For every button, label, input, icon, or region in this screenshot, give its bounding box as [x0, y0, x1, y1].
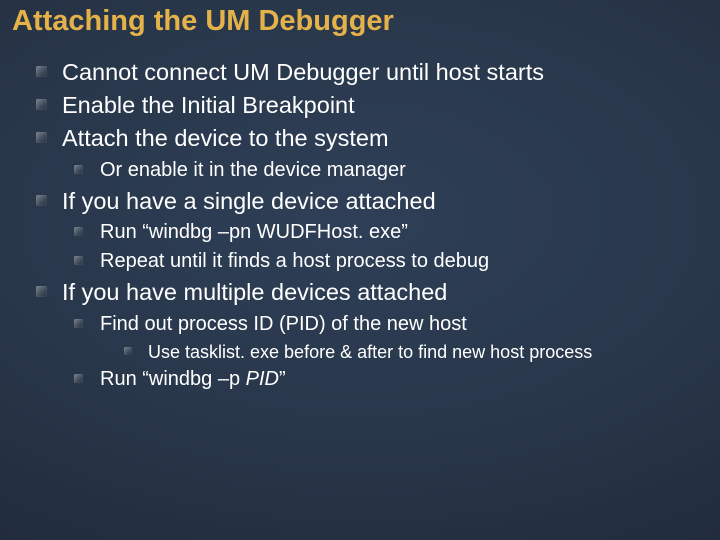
bullet-icon [74, 374, 83, 383]
bullet-icon [124, 347, 132, 355]
list-item-text: Repeat until it finds a host process to … [100, 250, 489, 272]
list-item-text: Run “windbg –pn WUDFHost. exe” [100, 221, 408, 243]
bullet-list-l2: Find out process ID (PID) of the new hos… [62, 311, 710, 393]
list-item: Run “windbg –p PID” [74, 366, 710, 393]
list-item-text: Run “windbg –p PID” [100, 368, 286, 390]
text-run: ” [279, 368, 286, 390]
bullet-list-l2: Run “windbg –pn WUDFHost. exe” Repeat un… [62, 219, 710, 275]
bullet-icon [36, 286, 47, 297]
list-item-text: Use tasklist. exe before & after to find… [148, 342, 592, 362]
bullet-icon [36, 195, 47, 206]
list-item-text: Enable the Initial Breakpoint [62, 92, 355, 118]
list-item: Run “windbg –pn WUDFHost. exe” [74, 219, 710, 246]
list-item-text: Find out process ID (PID) of the new hos… [100, 313, 467, 335]
bullet-icon [74, 256, 83, 265]
list-item: If you have multiple devices attached Fi… [36, 277, 710, 393]
slide-content: Cannot connect UM Debugger until host st… [0, 38, 720, 393]
list-item: Attach the device to the system Or enabl… [36, 123, 710, 184]
list-item: Enable the Initial Breakpoint [36, 90, 710, 122]
bullet-list-l3: Use tasklist. exe before & after to find… [100, 340, 710, 364]
slide-title: Attaching the UM Debugger [0, 0, 720, 38]
list-item: Repeat until it finds a host process to … [74, 248, 710, 275]
bullet-icon [74, 165, 83, 174]
text-run-italic: PID [246, 368, 279, 390]
list-item-text: If you have multiple devices attached [62, 279, 447, 305]
list-item: Use tasklist. exe before & after to find… [124, 340, 710, 364]
bullet-icon [36, 99, 47, 110]
list-item: Or enable it in the device manager [74, 157, 710, 184]
list-item-text: Cannot connect UM Debugger until host st… [62, 59, 544, 85]
slide: Attaching the UM Debugger Cannot connect… [0, 0, 720, 540]
text-run: Run “windbg –p [100, 368, 246, 390]
bullet-icon [36, 66, 47, 77]
bullet-icon [74, 227, 83, 236]
list-item-text: Or enable it in the device manager [100, 159, 406, 181]
bullet-icon [74, 319, 83, 328]
list-item-text: Attach the device to the system [62, 125, 389, 151]
list-item: If you have a single device attached Run… [36, 186, 710, 276]
list-item-text: If you have a single device attached [62, 188, 436, 214]
list-item: Cannot connect UM Debugger until host st… [36, 57, 710, 89]
bullet-icon [36, 132, 47, 143]
list-item: Find out process ID (PID) of the new hos… [74, 311, 710, 364]
bullet-list-l1: Cannot connect UM Debugger until host st… [36, 57, 710, 393]
bullet-list-l2: Or enable it in the device manager [62, 157, 710, 184]
